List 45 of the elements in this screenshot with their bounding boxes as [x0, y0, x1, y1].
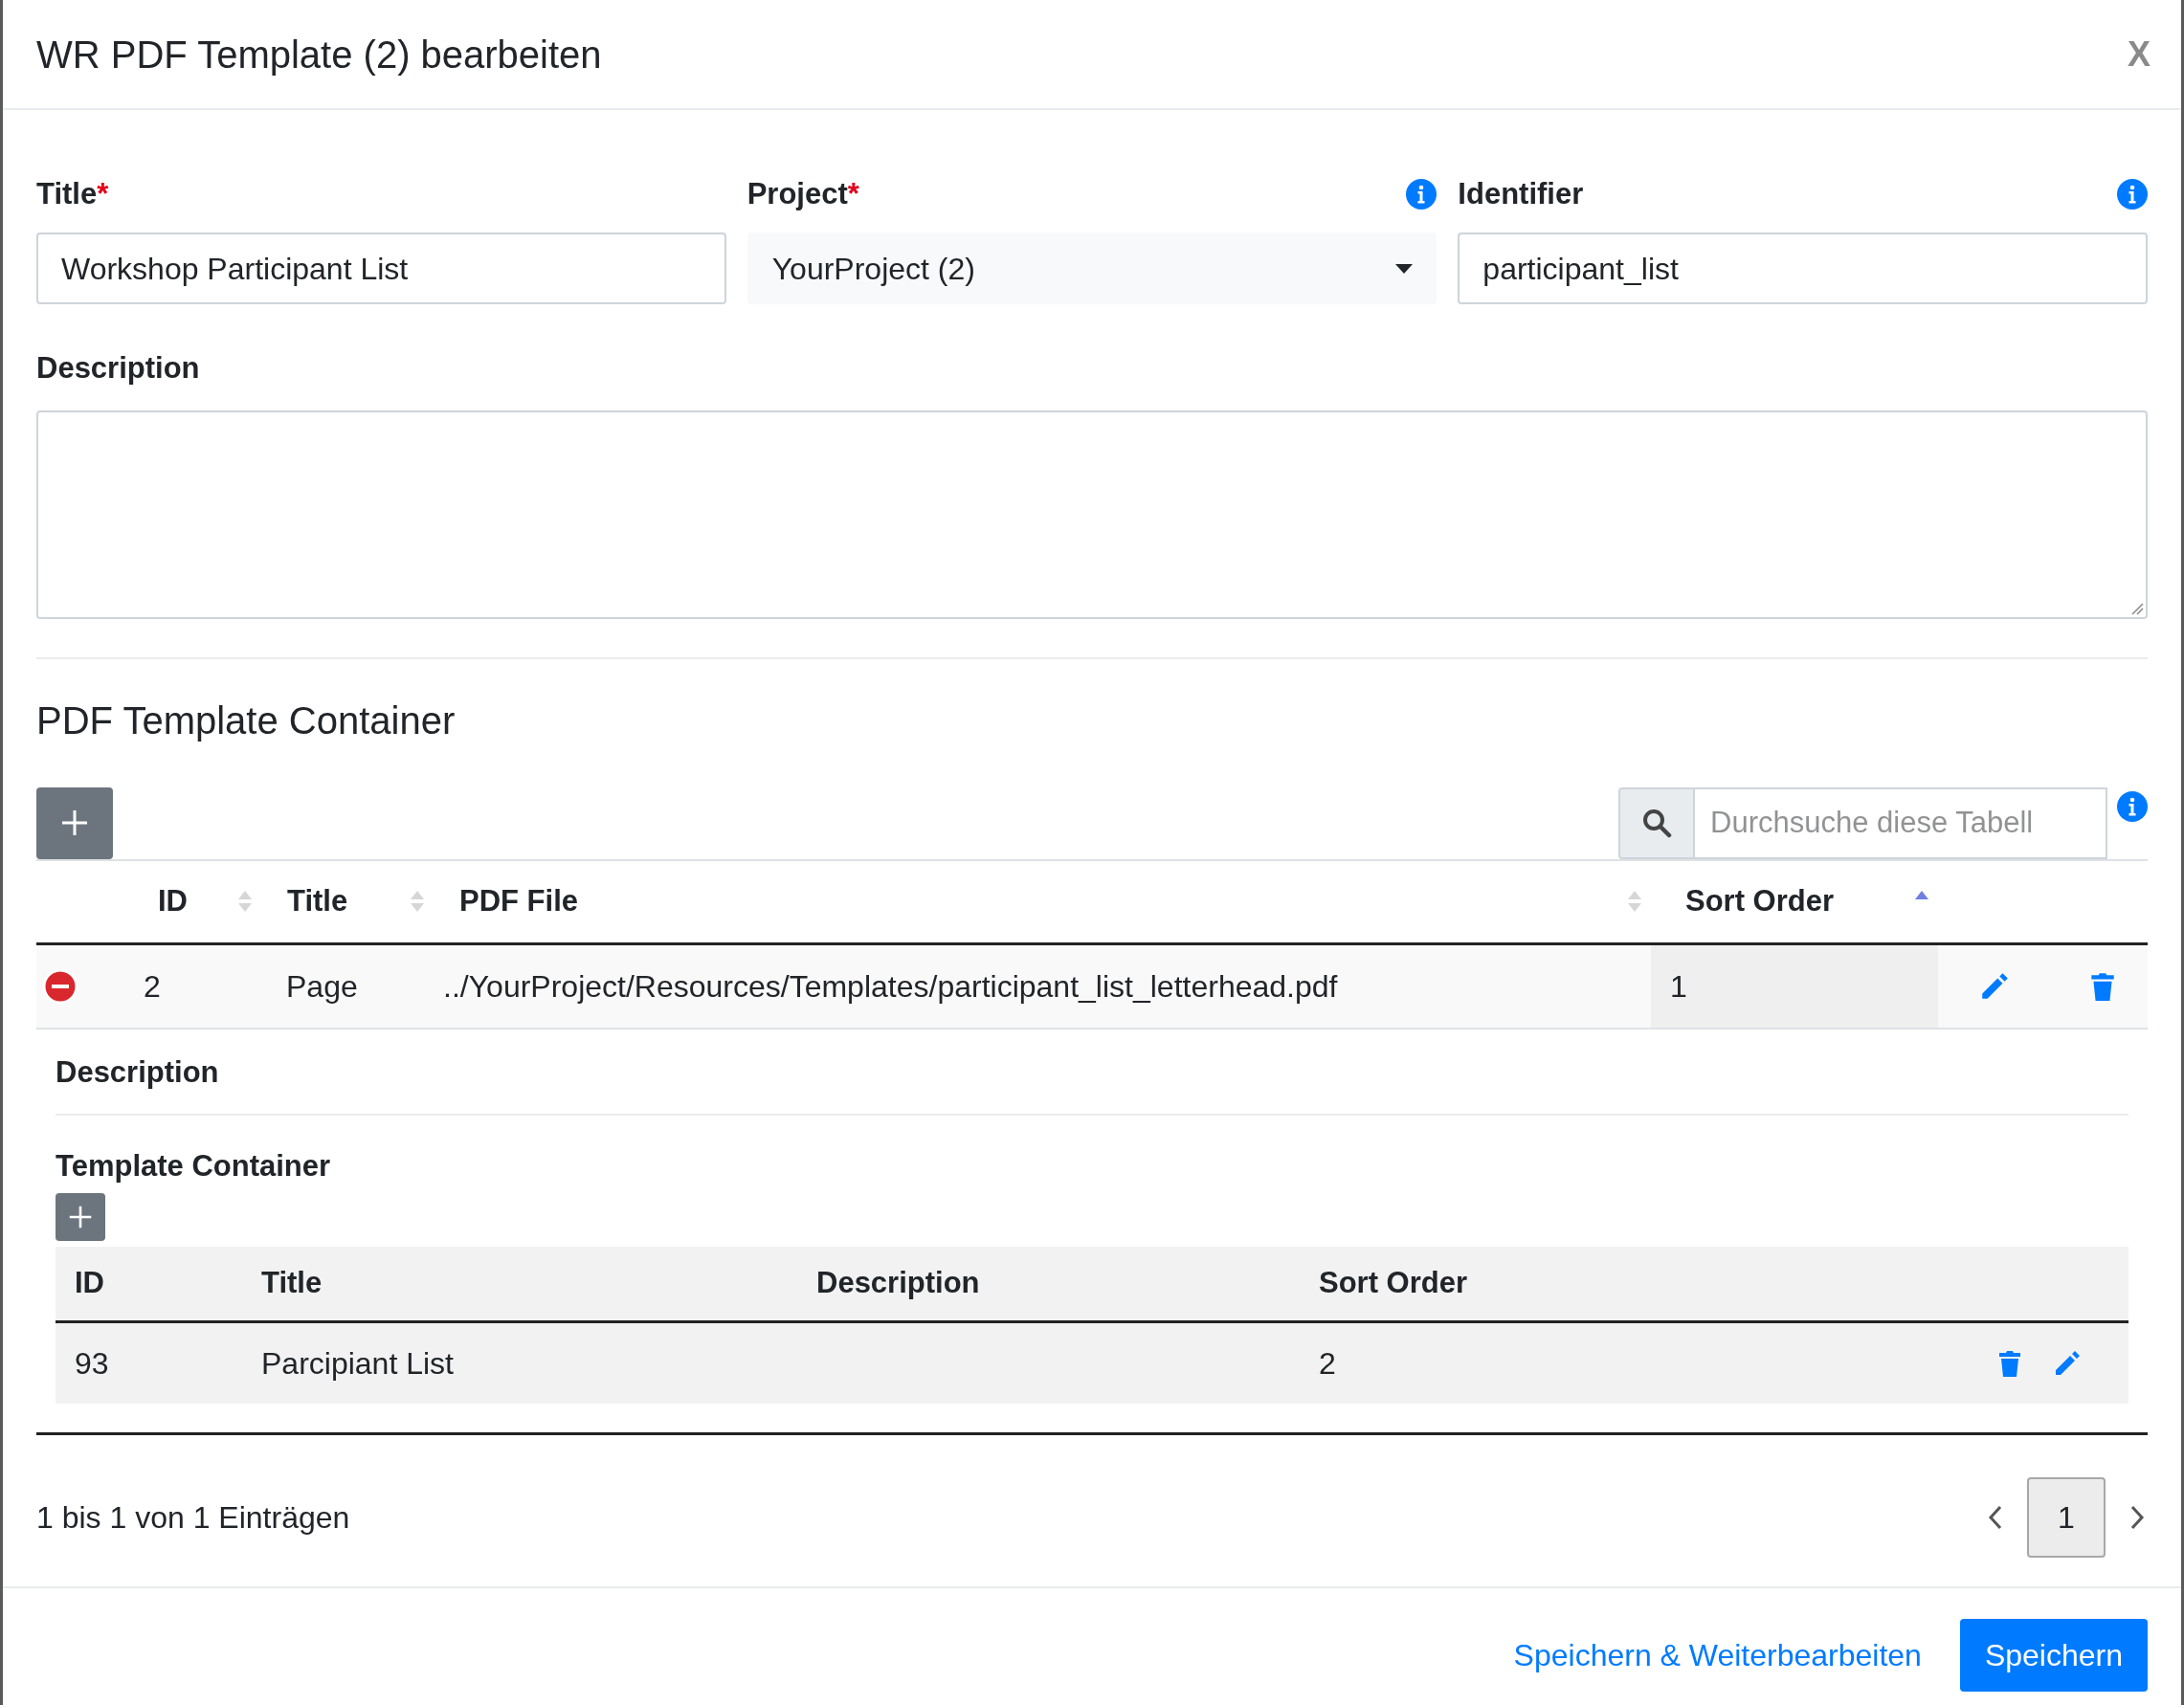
project-select[interactable]: YourProject (2): [747, 232, 1437, 304]
required-mark: *: [847, 175, 859, 212]
field-label: Project: [747, 175, 848, 212]
detail-heading: Template Container: [56, 1148, 332, 1185]
table-cell-text: 2: [1318, 1344, 1337, 1383]
info-icon[interactable]: [2117, 179, 2148, 210]
search-addon[interactable]: [1618, 786, 1695, 859]
add-button[interactable]: [56, 1192, 105, 1241]
plus-icon: [68, 1204, 93, 1229]
table-info: 1 bis 1 von 1 Einträgen: [36, 1498, 350, 1537]
column-header: ID: [74, 1264, 105, 1301]
table-cell-text: Parcipiant List: [260, 1344, 455, 1383]
resize-handle-icon: [2130, 601, 2144, 615]
column-header[interactable]: ID: [158, 878, 188, 924]
collapse-icon[interactable]: [42, 967, 78, 1005]
field-label: Title: [36, 175, 98, 212]
add-button[interactable]: [36, 786, 113, 859]
column-header[interactable]: Title: [287, 878, 348, 924]
column-header[interactable]: PDF File: [459, 878, 578, 924]
column-header: Description: [815, 1264, 981, 1301]
field-label: Description: [36, 350, 201, 387]
text-field[interactable]: participant_list: [1458, 232, 2148, 304]
plus-icon: [60, 808, 89, 837]
modal-title: WR PDF Template (2) bearbeiten: [36, 32, 602, 78]
save-and-continue-link[interactable]: Speichern & Weiterbearbeiten: [1513, 1631, 1922, 1678]
info-icon[interactable]: [1406, 179, 1437, 210]
save-button[interactable]: Speichern: [1959, 1618, 2148, 1692]
text-field[interactable]: Workshop Participant List: [36, 232, 726, 304]
table-cell: 1: [1651, 944, 1938, 1028]
table-cell-text: 93: [74, 1344, 110, 1383]
detail-label: Description: [56, 1029, 2128, 1116]
table-cell-text: Page: [285, 967, 359, 1006]
column-header: Title: [260, 1264, 323, 1301]
caret-icon: [1394, 262, 1415, 275]
column-header: Sort Order: [1318, 1264, 1469, 1301]
table-cell-text: 2: [143, 967, 162, 1006]
search-icon: [1641, 808, 1672, 838]
column-header[interactable]: Sort Order: [1685, 878, 1835, 924]
search-field[interactable]: Durchsuche diese Tabell: [1695, 786, 2107, 859]
info-icon[interactable]: [2117, 790, 2148, 822]
required-mark: *: [97, 175, 109, 212]
section-heading: PDF Template Container: [36, 698, 457, 743]
table-cell-text: ../YourProject/Resources/Templates/participant_list_letterhead.pdf: [442, 967, 1339, 1006]
page-button[interactable]: 1: [2027, 1476, 2106, 1558]
field-label: Identifier: [1458, 175, 1584, 212]
